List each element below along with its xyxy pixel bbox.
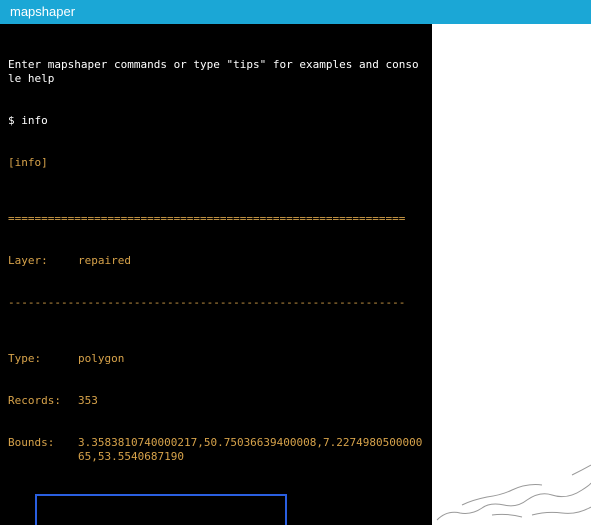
layer-value: repaired bbox=[78, 254, 424, 268]
divider-dash: ----------------------------------------… bbox=[8, 296, 424, 310]
info-row: Records: 353 bbox=[8, 394, 424, 408]
titlebar: mapshaper bbox=[0, 0, 591, 24]
console-echo: [info] bbox=[8, 156, 424, 170]
info-value: 3.3583810740000217,50.75036639400008,7.2… bbox=[78, 436, 424, 464]
layer-row: Layer: repaired bbox=[8, 254, 424, 268]
app-title: mapshaper bbox=[10, 4, 75, 19]
divider-heavy: ========================================… bbox=[8, 212, 424, 226]
entered-command: info bbox=[21, 114, 48, 127]
console-help-line: Enter mapshaper commands or type "tips" … bbox=[8, 58, 424, 86]
info-row: Bounds: 3.3583810740000217,50.7503663940… bbox=[8, 436, 424, 464]
console-line-cmd: $ info bbox=[8, 114, 424, 128]
layer-label: Layer: bbox=[8, 254, 78, 268]
info-row: Type: polygon bbox=[8, 352, 424, 366]
info-value: polygon bbox=[78, 352, 424, 366]
info-label: Type: bbox=[8, 352, 78, 366]
crs-highlight: CRS: +proj=longlat +datum=WGS84 Source: … bbox=[35, 494, 287, 525]
map-canvas[interactable] bbox=[432, 24, 591, 525]
map-outline-icon bbox=[432, 405, 591, 525]
info-label: Records: bbox=[8, 394, 78, 408]
info-label: Bounds: bbox=[8, 436, 78, 464]
app-root: mapshaper Enter mapshaper commands or ty… bbox=[0, 0, 591, 525]
console-panel[interactable]: Enter mapshaper commands or type "tips" … bbox=[0, 24, 432, 525]
info-value: 353 bbox=[78, 394, 424, 408]
prompt-symbol: $ bbox=[8, 114, 21, 127]
